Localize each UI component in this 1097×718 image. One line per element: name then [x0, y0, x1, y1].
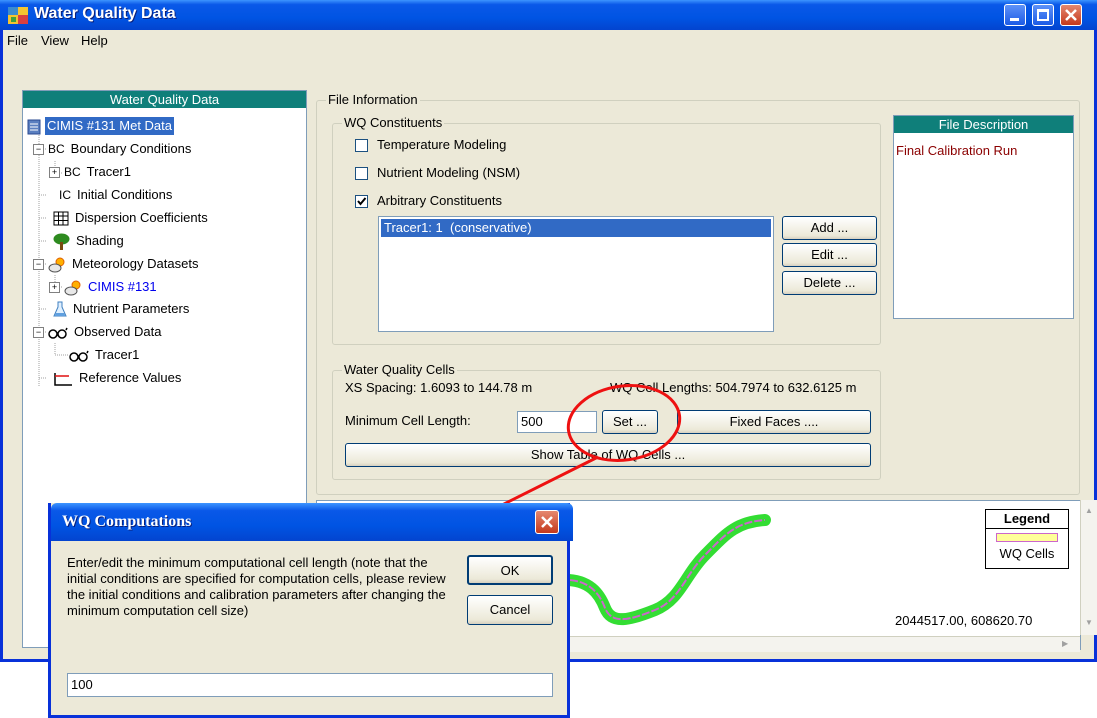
tree-node-bc-tracer1[interactable]: + BC Tracer1 — [49, 163, 133, 183]
tree-node-observed[interactable]: − Observed Data — [33, 323, 163, 343]
maximize-button[interactable] — [1032, 4, 1054, 26]
maximize-icon — [1037, 9, 1049, 21]
scroll-right-icon[interactable]: ▶ — [1062, 639, 1068, 648]
minimize-button[interactable] — [1004, 4, 1026, 26]
close-button[interactable] — [1060, 4, 1082, 26]
delete-button[interactable]: Delete ... — [782, 271, 877, 295]
constituent-list[interactable]: Tracer1: 1 (conservative) — [378, 216, 774, 332]
window-title: Water Quality Data — [34, 5, 176, 22]
tree-label: Nutrient Parameters — [73, 301, 190, 316]
bc-icon: BC — [64, 165, 81, 179]
tree-node-shading[interactable]: Shading — [53, 232, 126, 252]
file-information-title: File Information — [326, 92, 420, 107]
file-description-header: File Description — [894, 116, 1073, 133]
close-icon — [541, 516, 553, 528]
scroll-up-icon[interactable]: ▲ — [1085, 506, 1093, 515]
collapse-icon[interactable]: − — [33, 327, 44, 339]
nutrient-label: Nutrient Modeling (NSM) — [377, 165, 521, 180]
tree-label: CIMIS #131 — [88, 279, 157, 294]
menu-file[interactable]: File — [7, 33, 28, 48]
tree-node-dispersion[interactable]: Dispersion Coefficients — [53, 209, 210, 229]
tree-label: Dispersion Coefficients — [75, 210, 208, 225]
dialog-message: Enter/edit the minimum computational cel… — [67, 555, 446, 618]
legend-title: Legend — [1003, 511, 1051, 526]
collapse-icon[interactable]: − — [33, 144, 44, 156]
tree-node-nutrient[interactable]: Nutrient Parameters — [53, 300, 191, 320]
expand-icon[interactable]: + — [49, 282, 60, 294]
close-icon — [1065, 9, 1077, 21]
tree-label: Boundary Conditions — [70, 141, 192, 156]
edit-button[interactable]: Edit ... — [782, 243, 877, 267]
dialog-title-bar[interactable]: WQ Computations — [51, 503, 573, 541]
minimize-icon — [1010, 18, 1019, 21]
temperature-checkbox[interactable] — [355, 139, 368, 152]
fixed-faces-button[interactable]: Fixed Faces .... — [677, 410, 871, 434]
add-button[interactable]: Add ... — [782, 216, 877, 240]
map-coordinates: 2044517.00, 608620.70 — [895, 613, 1033, 628]
nutrient-checkbox[interactable] — [355, 167, 368, 180]
tree-node-boundary-conditions[interactable]: − BC Boundary Conditions — [33, 140, 193, 160]
menu-view[interactable]: View — [41, 33, 69, 48]
legend-item-label: WQ Cells — [999, 546, 1055, 561]
app-icon — [8, 7, 28, 24]
tree-icon — [53, 233, 70, 251]
ic-icon: IC — [59, 188, 71, 202]
ok-button[interactable]: OK — [467, 555, 553, 585]
file-description-text: Final Calibration Run — [896, 143, 1018, 158]
wq-constituents-title: WQ Constituents — [342, 115, 445, 130]
tree-label: CIMIS #131 Met Data — [45, 117, 174, 135]
tree-node-met-data[interactable]: CIMIS #131 Met Data — [27, 117, 174, 137]
collapse-icon[interactable]: − — [33, 259, 44, 271]
cancel-button[interactable]: Cancel — [467, 595, 553, 625]
tree-label: Tracer1 — [95, 347, 140, 362]
menu-help[interactable]: Help — [81, 33, 108, 48]
tree-node-cimis-131[interactable]: + CIMIS #131 — [49, 278, 159, 298]
temperature-label: Temperature Modeling — [377, 137, 507, 152]
title-bar[interactable]: Water Quality Data — [0, 0, 1097, 30]
map-horizontal-scrollbar[interactable]: ▶ — [570, 636, 1080, 652]
weather-icon — [64, 280, 81, 296]
checkmark-icon — [357, 197, 367, 206]
tree-label: Reference Values — [79, 370, 182, 385]
scroll-down-icon[interactable]: ▼ — [1085, 618, 1093, 627]
map-legend: Legend WQ Cells — [985, 509, 1069, 569]
tree-node-observed-tracer1[interactable]: Tracer1 — [69, 346, 141, 366]
arbitrary-label: Arbitrary Constituents — [377, 193, 502, 208]
file-description-panel[interactable]: File Description Final Calibration Run — [893, 115, 1074, 319]
expand-icon[interactable]: + — [49, 167, 60, 179]
glasses-icon — [69, 350, 89, 362]
tree-label: Initial Conditions — [77, 187, 173, 202]
min-length-input[interactable]: 100 — [67, 673, 553, 697]
dialog-close-button[interactable] — [535, 510, 559, 534]
menu-bar: File View Help — [3, 30, 1094, 52]
wq-cells-swatch — [996, 533, 1058, 542]
tree-label: Tracer1 — [86, 164, 131, 179]
wq-computations-dialog: WQ Computations Enter/edit the minimum c… — [48, 503, 573, 718]
map-vertical-scrollbar[interactable]: ▲ ▼ — [1080, 500, 1097, 635]
axis-icon — [54, 372, 72, 386]
tree-label: Shading — [76, 233, 124, 248]
tree-node-meteorology[interactable]: − Meteorology Datasets — [33, 255, 200, 275]
tree-node-reference-values[interactable]: Reference Values — [53, 369, 183, 389]
tree-node-initial-conditions[interactable]: IC Initial Conditions — [59, 186, 174, 206]
list-item[interactable]: Tracer1: 1 (conservative) — [381, 219, 771, 237]
arbitrary-checkbox[interactable] — [355, 195, 368, 208]
tree-label: Meteorology Datasets — [72, 256, 199, 271]
weather-icon — [48, 257, 65, 273]
grid-icon — [53, 211, 69, 226]
legend-divider — [986, 528, 1068, 529]
dialog-title: WQ Computations — [62, 513, 192, 530]
document-icon — [27, 119, 41, 135]
glasses-icon — [48, 327, 68, 339]
bc-icon: BC — [48, 142, 65, 156]
tree-label: Observed Data — [74, 324, 162, 339]
flask-icon — [53, 301, 67, 317]
